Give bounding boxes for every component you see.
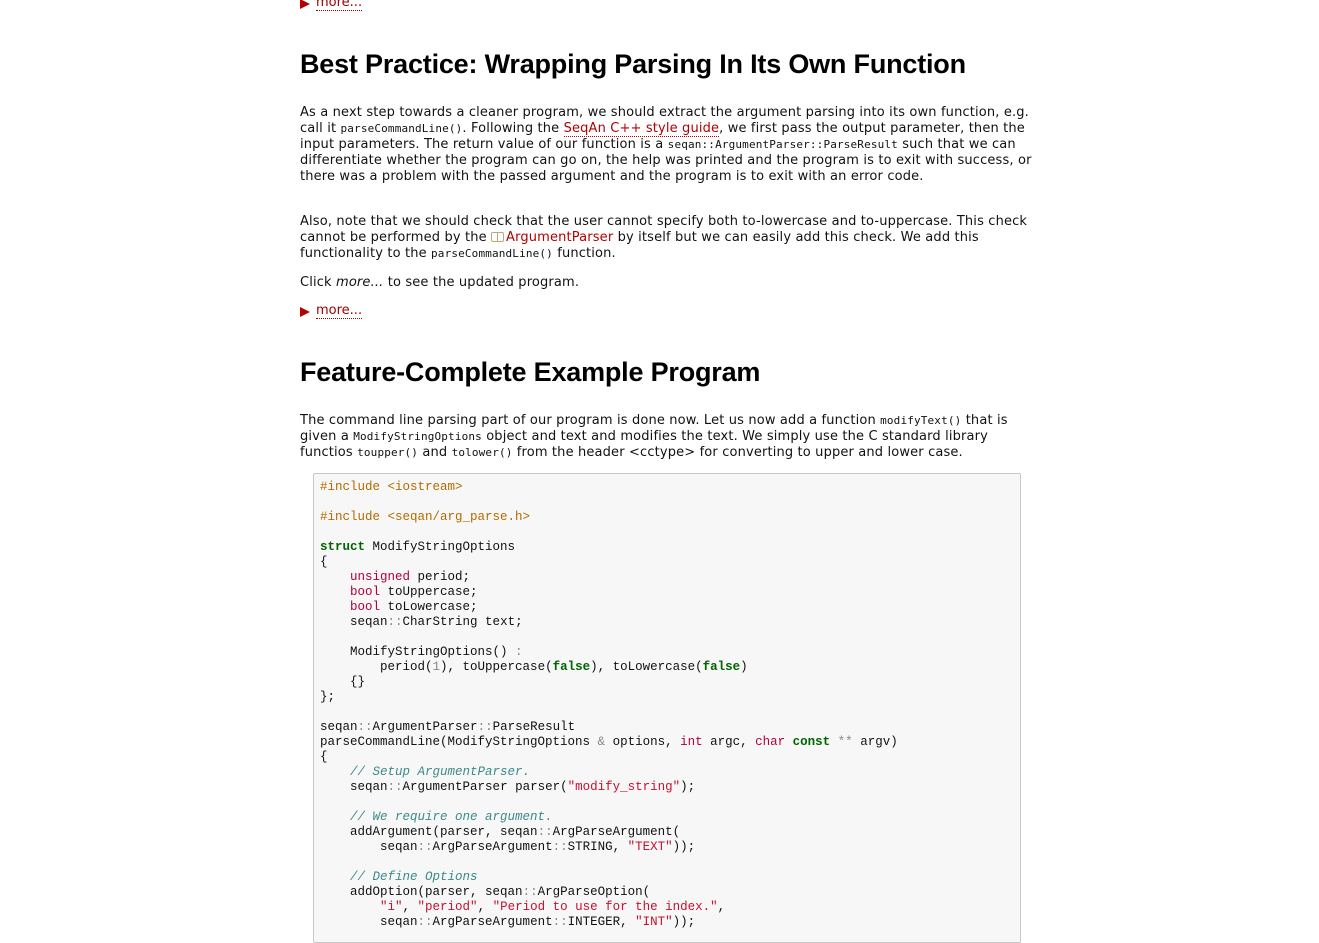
inline-code: ModifyStringOptions	[353, 430, 482, 443]
argumentparser-link[interactable]: ArgumentParser	[506, 230, 613, 245]
code-text: INTEGER,	[567, 915, 636, 929]
section-title-best-practice: Best Practice: Wrapping Parsing In Its O…	[300, 49, 966, 79]
text: and	[418, 445, 452, 460]
punct: };	[320, 690, 336, 704]
code-text: argv)	[852, 735, 898, 749]
code-text: period(	[380, 660, 433, 674]
type: int	[680, 735, 703, 749]
text: from the header <cctype> for converting …	[512, 445, 963, 460]
inline-code: modifyText()	[880, 414, 962, 427]
punct: {}	[350, 675, 366, 689]
inline-code: parseCommandLine()	[340, 122, 463, 135]
section1-paragraph-1: As a next step towards a cleaner program…	[300, 105, 1040, 185]
comment: // Setup ArgumentParser.	[350, 765, 531, 779]
keyword: false	[552, 660, 591, 674]
string-literal: "INT"	[635, 915, 673, 929]
string-literal: "TEXT"	[627, 840, 673, 854]
text: function.	[552, 246, 616, 261]
more-toggle-top[interactable]: more...	[300, 0, 363, 11]
section1-paragraph-2: Also, note that we should check that the…	[300, 214, 1040, 262]
inline-code: toupper()	[357, 446, 419, 459]
namespace: seqan	[350, 615, 388, 629]
code-text: )	[740, 660, 748, 674]
string-literal: "i"	[380, 900, 403, 914]
code-text: argc,	[702, 735, 756, 749]
code-text: toUppercase;	[380, 585, 478, 599]
code-text: ));	[672, 915, 696, 929]
namespace: seqan	[350, 780, 388, 794]
code-text: parseCommandLine(ModifyStringOptions	[320, 735, 598, 749]
emphasis: more...	[336, 275, 384, 290]
type: unsigned	[350, 570, 411, 584]
identifier: ModifyStringOptions	[365, 540, 516, 554]
code-block[interactable]: #include <iostream> #include <seqan/arg_…	[313, 473, 1021, 943]
inline-code: seqan::ArgumentParser::ParseResult	[667, 138, 898, 151]
code-text: STRING,	[567, 840, 628, 854]
code-text: toLowercase;	[380, 600, 478, 614]
text: to see the updated program.	[383, 275, 580, 290]
code-text: addOption(parser,	[350, 885, 486, 899]
code-text: ), toLowercase(	[590, 660, 703, 674]
book-icon	[491, 232, 505, 242]
text: The command line parsing part of our pro…	[300, 413, 881, 428]
code-text: CharString text;	[402, 615, 523, 629]
punct: {	[320, 750, 328, 764]
code-text: );	[680, 780, 696, 794]
section2-paragraph-1: The command line parsing part of our pro…	[300, 413, 1040, 461]
expand-triangle-icon	[300, 306, 310, 317]
code-text: ArgParseArgument(	[552, 825, 681, 839]
text: Click	[300, 275, 337, 290]
operator: **	[837, 735, 853, 749]
punct: {	[320, 555, 328, 569]
string-literal: "period"	[417, 900, 478, 914]
keyword: const	[792, 735, 831, 749]
comment: // Define Options	[350, 870, 478, 884]
style-guide-link[interactable]: SeqAn C++ style guide	[563, 121, 720, 137]
code-text: ArgumentParser parser(	[402, 780, 568, 794]
more-link[interactable]: more...	[316, 0, 363, 11]
more-link[interactable]: more...	[316, 304, 363, 319]
namespace: seqan	[320, 720, 358, 734]
code-text: ArgParseOption(	[537, 885, 651, 899]
operator: :	[515, 645, 523, 659]
code-text: ModifyStringOptions()	[350, 645, 516, 659]
type: char	[755, 735, 786, 749]
code-text: ), toUppercase(	[440, 660, 553, 674]
namespace: seqan	[380, 915, 418, 929]
more-toggle-middle[interactable]: more...	[300, 304, 363, 319]
type: bool	[350, 585, 381, 599]
namespace: seqan	[500, 825, 538, 839]
keyword: false	[702, 660, 741, 674]
code-listing: #include <iostream> #include <seqan/arg_…	[320, 480, 898, 929]
number: 1	[432, 660, 441, 674]
include-line: #include <seqan/arg_parse.h>	[320, 510, 531, 524]
namespace: seqan	[485, 885, 523, 899]
code-text: addArgument(parser,	[350, 825, 501, 839]
identifier: ArgumentParser	[372, 720, 478, 734]
inline-code: tolower()	[451, 446, 513, 459]
type: bool	[350, 600, 381, 614]
code-text: ));	[672, 840, 696, 854]
string-literal: "Period to use for the index."	[492, 900, 718, 914]
code-text: options,	[605, 735, 681, 749]
text: . Following the	[462, 121, 564, 136]
code-text: period;	[410, 570, 471, 584]
comment: // We require one argument.	[350, 810, 553, 824]
operator: &	[597, 735, 606, 749]
identifier: ArgParseArgument	[432, 840, 553, 854]
punct: ,	[477, 900, 493, 914]
inline-code: parseCommandLine()	[431, 247, 553, 260]
identifier: ArgParseArgument	[432, 915, 553, 929]
identifier: ParseResult	[492, 720, 576, 734]
section-title-feature-complete: Feature-Complete Example Program	[300, 357, 761, 387]
section1-paragraph-3: Click more... to see the updated program…	[300, 275, 1040, 291]
punct: ,	[402, 900, 418, 914]
string-literal: "modify_string"	[567, 780, 681, 794]
expand-triangle-icon	[300, 0, 310, 9]
namespace: seqan	[380, 840, 418, 854]
include-line: #include <iostream>	[320, 480, 463, 494]
keyword: struct	[320, 540, 366, 554]
